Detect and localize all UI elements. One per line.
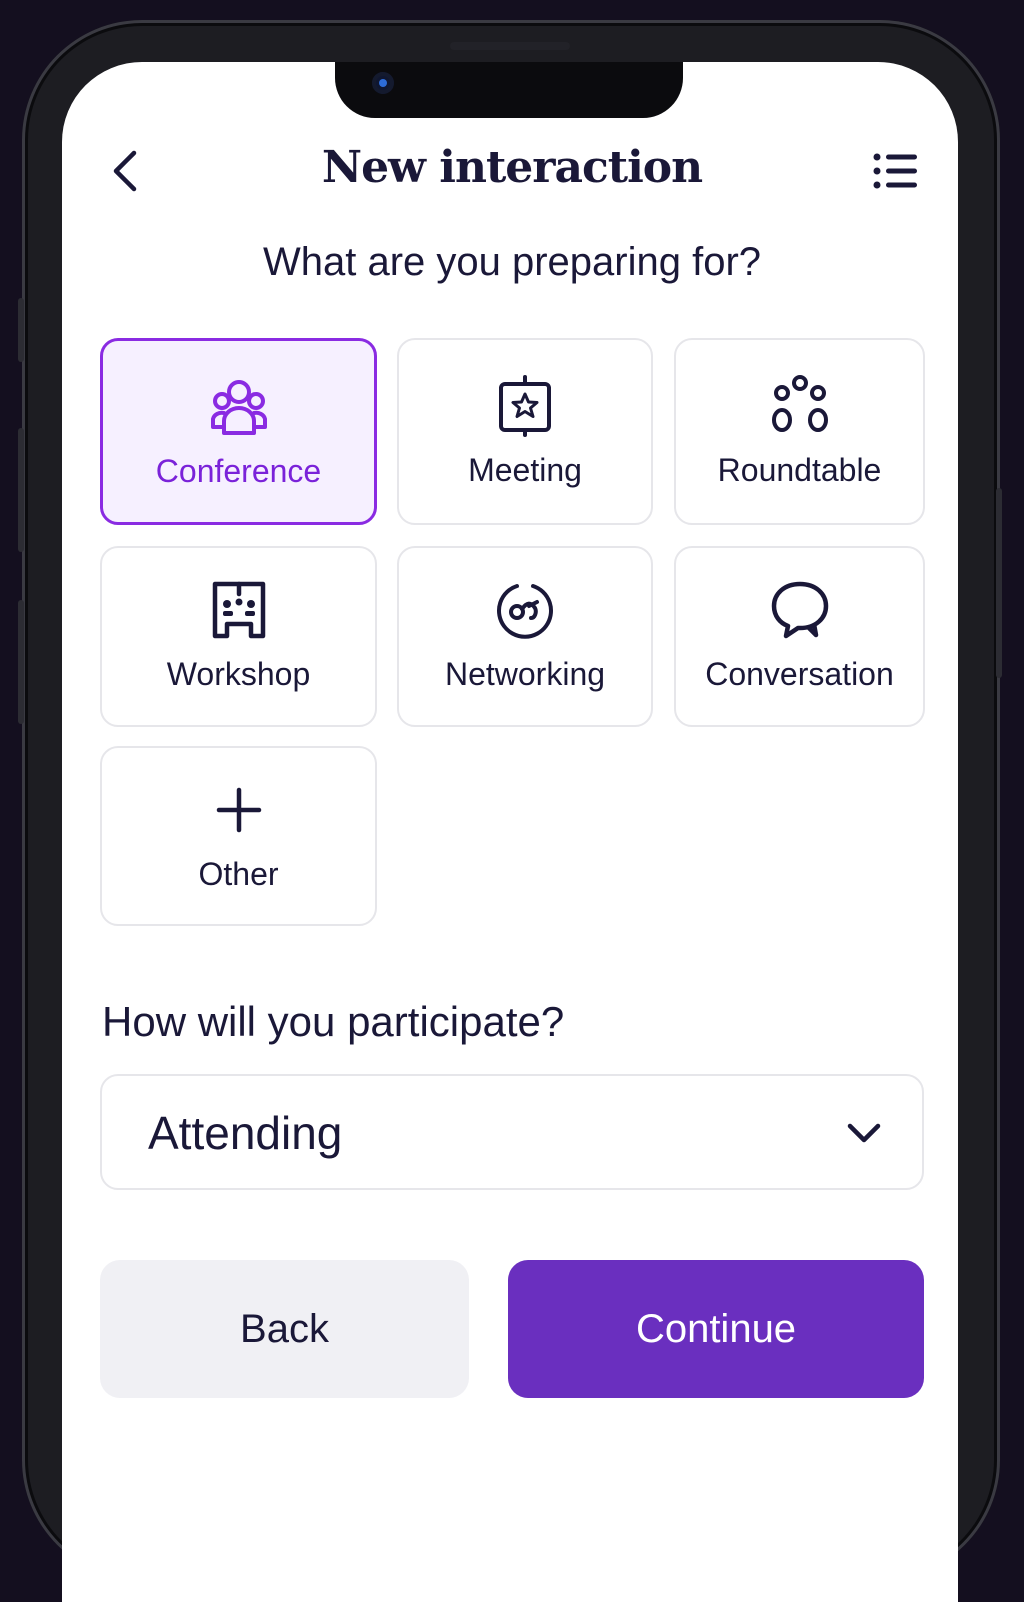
people-circle-icon — [771, 375, 828, 432]
back-button[interactable]: Back — [100, 1260, 469, 1398]
plus-icon — [216, 787, 261, 833]
option-networking[interactable]: Networking — [397, 546, 653, 727]
front-camera — [372, 72, 394, 94]
option-label: Roundtable — [717, 452, 882, 488]
continue-button[interactable]: Continue — [508, 1260, 924, 1398]
option-label: Meeting — [468, 452, 582, 488]
menu-button[interactable] — [868, 148, 922, 194]
calendar-star-icon — [499, 375, 551, 437]
page-title: New interaction — [321, 142, 703, 193]
speaker — [450, 42, 570, 50]
participation-question: How will you participate? — [102, 998, 565, 1045]
option-meeting[interactable]: Meeting — [397, 338, 653, 525]
back-nav-button[interactable] — [100, 146, 150, 196]
phone-side-button — [18, 298, 24, 362]
option-label: Other — [198, 856, 279, 892]
chat-bubble-icon — [771, 581, 828, 639]
chevron-left-icon — [113, 150, 137, 192]
option-conversation[interactable]: Conversation — [674, 546, 925, 727]
option-label: Networking — [444, 656, 606, 692]
participation-select[interactable]: Attending — [100, 1074, 924, 1190]
option-label: Conversation — [705, 656, 894, 692]
option-label: Workshop — [166, 656, 311, 692]
option-workshop[interactable]: Workshop — [100, 546, 377, 727]
option-roundtable[interactable]: Roundtable — [674, 338, 925, 525]
workshop-icon — [212, 581, 265, 639]
phone-side-button — [18, 428, 24, 552]
networking-icon — [497, 584, 553, 639]
option-conference[interactable]: Conference — [100, 338, 377, 525]
phone-side-button — [996, 488, 1002, 678]
preparing-question: What are you preparing for? — [262, 240, 762, 284]
phone-side-button — [18, 600, 24, 724]
option-other[interactable]: Other — [100, 746, 377, 926]
option-label: Conference — [155, 453, 322, 489]
participation-select-value: Attending — [148, 1107, 343, 1159]
chevron-down-icon — [847, 1123, 881, 1143]
list-icon — [873, 153, 917, 189]
group-icon — [210, 380, 267, 435]
